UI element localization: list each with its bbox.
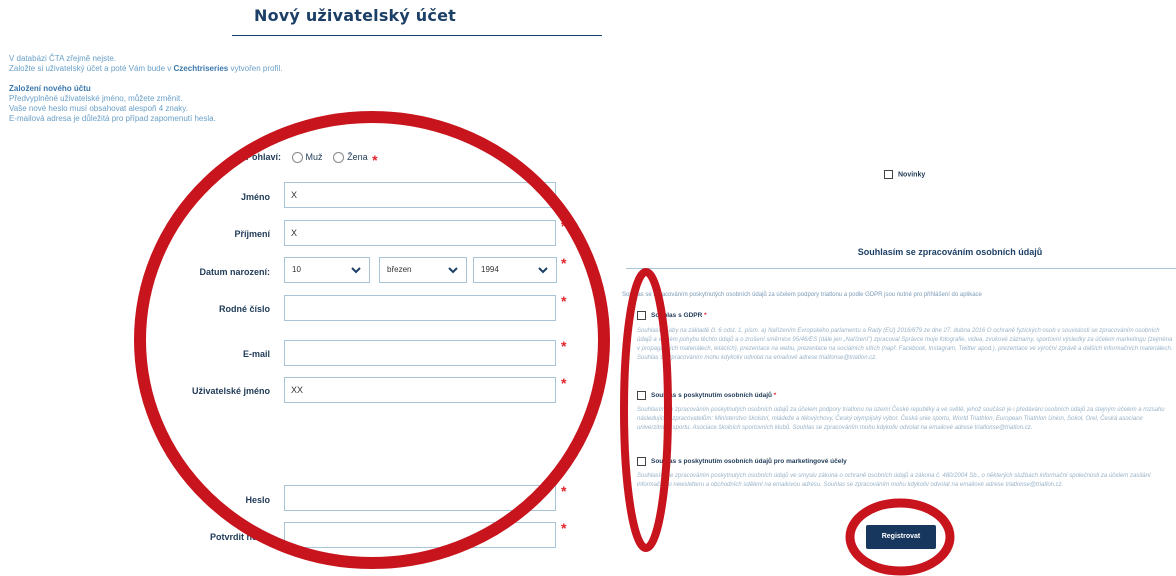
required-mark: * [372,152,378,168]
intro-text: V databázi ČTA zřejmě nejste. Založte si… [9,54,409,124]
username-label: Uživatelské jméno [191,386,270,396]
birth-month-value: březen [387,265,412,274]
birth-number-label: Rodné číslo [218,304,270,314]
birth-date-label: Datum narození: [199,267,270,277]
page-title: Nový uživatelský účet [254,6,456,25]
newsletter-label: Novinky [898,171,926,179]
birth-day-value: 10 [292,265,301,274]
intro-note: Předvyplněné uživatelské jméno, můžete z… [9,94,183,103]
required-mark: * [773,392,777,400]
brand-name: Czechtriseries [173,64,229,73]
chevron-down-icon [448,267,458,274]
password-input[interactable] [284,485,556,511]
required-mark: * [561,218,567,234]
intro-note: Vaše nové heslo musí obsahovat alespoň 4… [9,104,188,113]
last-name-label: Příjmení [234,229,270,239]
data-consent-label: Souhlas s poskytnutím osobních údajů [651,392,772,400]
data-consent-text: Souhlasím se zpracováním poskytnutých os… [637,407,1165,431]
gdpr-consent-option[interactable]: Souhlas s GDPR * [637,311,707,320]
data-consent-option[interactable]: Souhlas s poskytnutím osobních údajů * [637,391,776,400]
gdpr-checkbox[interactable] [637,311,646,320]
consent-title: Souhlasím se zpracováním osobních údajů [857,247,1043,257]
marketing-consent-checkbox[interactable] [637,457,646,466]
section-title: Založení nového účtu [9,84,91,93]
gdpr-consent-text: Souhlasím, aby na základě čl. 6 odst. 1,… [637,328,1173,361]
marketing-consent-text: Souhlasím se zpracováním poskytnutých os… [637,473,1151,488]
chevron-down-icon [351,267,361,274]
gender-label: Pohlaví: [246,152,282,162]
birth-year-value: 1994 [481,265,499,274]
required-mark: * [561,375,567,391]
data-consent-checkbox[interactable] [637,391,646,400]
email-input[interactable] [284,340,556,366]
register-button[interactable]: Registrovat [866,525,936,549]
marketing-consent-label: Souhlas s poskytnutím osobních údajů pro… [651,458,847,466]
intro-line: Založte si uživatelský účet a poté Vám b… [9,64,283,73]
password-confirm-input[interactable] [284,522,556,548]
intro-line: V databázi ČTA zřejmě nejste. [9,54,117,63]
marketing-consent-option[interactable]: Souhlas s poskytnutím osobních údajů pro… [637,457,847,466]
newsletter-option[interactable]: Novinky [884,170,925,179]
birth-number-input[interactable] [284,295,556,321]
password-label: Heslo [245,495,270,505]
birth-month-select[interactable]: březen [379,257,467,283]
consent-intro: Souhlas se zpracováním poskytnutých osob… [622,292,982,298]
birth-year-select[interactable]: 1994 [473,257,557,283]
first-name-input[interactable]: X [284,182,556,208]
title-divider [232,35,602,36]
password-confirm-label: Potvrdit heslo [209,532,270,542]
gender-male-radio[interactable] [291,152,303,164]
last-name-input[interactable]: X [284,220,556,246]
gdpr-label: Souhlas s GDPR [651,312,703,320]
gender-female-label: Žena [347,152,368,162]
gender-female-radio[interactable] [333,152,345,164]
chevron-down-icon [538,267,548,274]
birth-day-select[interactable]: 10 [284,257,370,283]
required-mark: * [704,312,707,320]
required-mark: * [561,255,567,271]
intro-note: E-mailová adresa je důležitá pro případ … [9,114,216,123]
consent-divider [626,268,1176,269]
required-mark: * [561,293,567,309]
required-mark: * [561,520,567,536]
required-mark: * [561,338,567,354]
gender-male-label: Muž [305,152,323,162]
email-label: E-mail [242,349,270,359]
required-mark: * [561,483,567,499]
first-name-label: Jméno [240,192,270,202]
username-input[interactable]: XX [284,377,556,403]
gender-field: Pohlaví: Muž Žena * [246,152,378,168]
newsletter-checkbox[interactable] [884,170,893,179]
